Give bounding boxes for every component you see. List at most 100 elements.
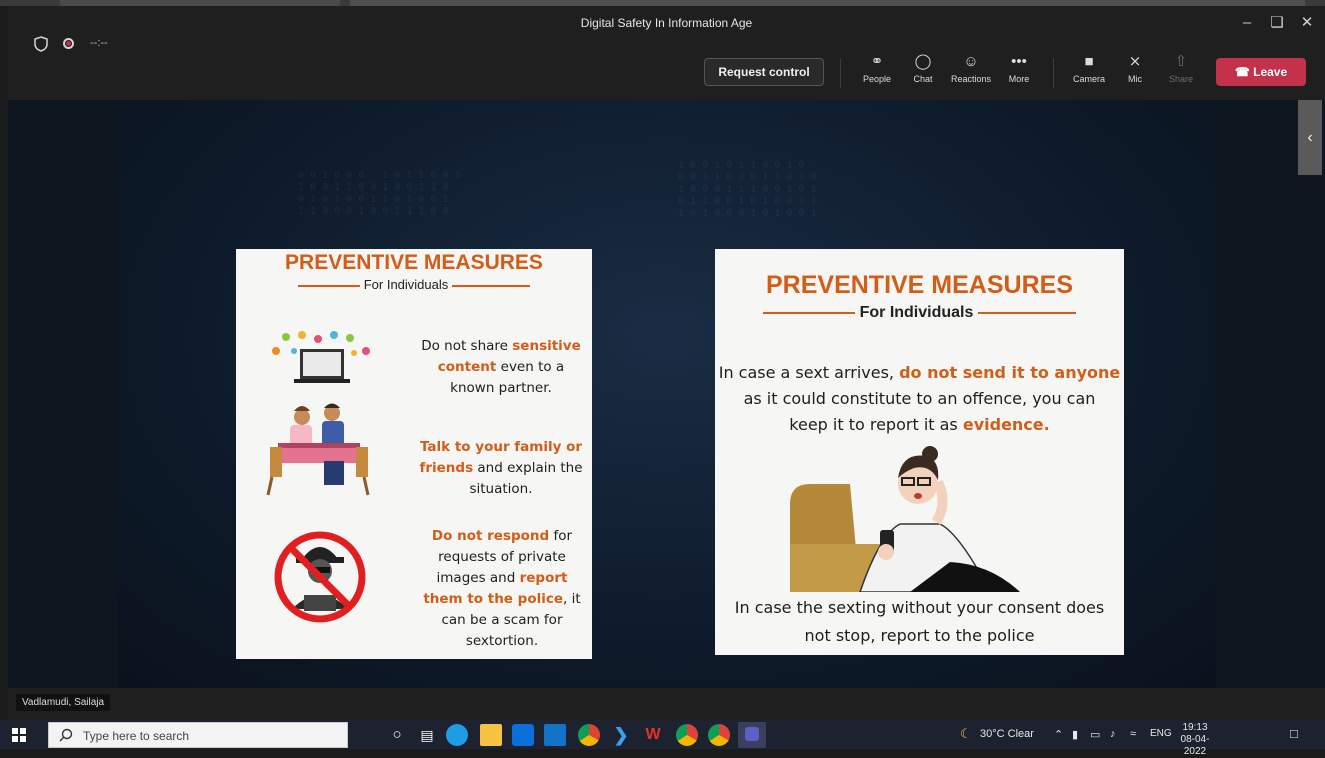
share-button[interactable]: ⇧ Share: [1158, 52, 1204, 92]
clock-time: 19:13: [1182, 722, 1208, 733]
request-control-button[interactable]: Request control: [704, 58, 824, 86]
volume-icon[interactable]: ♪: [1110, 728, 1116, 740]
file-explorer-icon[interactable]: [480, 724, 502, 746]
slide-right-line-2: as it could constitute to an offence, yo…: [743, 389, 1096, 408]
vscode-icon[interactable]: ❯: [610, 724, 632, 746]
slide-left-subtitle-text: For Individuals: [363, 277, 449, 292]
chat-label: Chat: [913, 74, 933, 84]
more-label: More: [1008, 74, 1030, 84]
slide-right-line-1: In case a sext arrives, do not send it t…: [715, 360, 1124, 386]
camera-label: Camera: [1072, 74, 1105, 84]
teams-meeting-window: Digital Safety In Information Age – ❏ ✕ …: [8, 6, 1325, 720]
slide-right-line-3: keep it to report it as evidence.: [715, 412, 1124, 438]
share-icon: ⇧: [1174, 53, 1188, 70]
slide-right-subtitle: For Individuals: [715, 304, 1124, 322]
laptop-social-icon: [272, 331, 370, 383]
slide-right: PREVENTIVE MEASURES For Individuals In c…: [715, 249, 1124, 655]
chrome-icon[interactable]: [578, 724, 600, 746]
task-view-icon[interactable]: ▤: [416, 724, 438, 746]
wps-office-icon[interactable]: W: [642, 724, 664, 746]
notifications-icon[interactable]: □: [1290, 726, 1298, 741]
family-table-icon: [266, 403, 370, 496]
share-label: Share: [1168, 74, 1194, 84]
window-title: Digital Safety In Information Age: [580, 16, 753, 30]
slide-right-line-5: not stop, report to the police: [804, 626, 1035, 645]
title-bar: Digital Safety In Information Age – ❏ ✕: [8, 6, 1325, 40]
more-icon: •••: [1011, 53, 1027, 70]
system-clock[interactable]: 19:13 08-04-2022: [1174, 722, 1216, 758]
cortana-icon[interactable]: ○: [386, 724, 408, 746]
taskbar-search-box[interactable]: Type here to search: [48, 722, 348, 748]
line-1-text: In case a sext arrives,: [718, 363, 900, 382]
mail-icon[interactable]: [544, 724, 566, 746]
meeting-toolbar: --:-- Request control ⚭ People ◯ Chat ☺ …: [8, 36, 1325, 100]
slide-left-item-1: Do not share sensitive content even to a…: [416, 336, 586, 399]
weather-text[interactable]: 30°C Clear: [980, 728, 1034, 740]
store-icon[interactable]: [512, 724, 534, 746]
search-icon: [59, 728, 73, 742]
subtitle-rule: [451, 284, 530, 287]
side-panel-toggle[interactable]: ‹: [1298, 100, 1322, 175]
subtitle-rule: [298, 284, 361, 287]
edge-browser-icon[interactable]: [446, 724, 468, 746]
slide-right-line-4: In case the sexting without your consent…: [734, 598, 1105, 617]
toolbar-divider: [1053, 58, 1054, 88]
reactions-label: Reactions: [950, 74, 992, 84]
wifi-icon[interactable]: ≈: [1130, 728, 1136, 740]
subtitle-rule: [763, 311, 856, 314]
toolbar-divider: [840, 58, 841, 88]
meeting-timer: --:--: [90, 37, 108, 49]
slide-left-item-3: Do not respond for requests of private i…: [416, 526, 588, 652]
chat-button[interactable]: ◯ Chat: [900, 52, 946, 92]
shield-icon[interactable]: [34, 36, 48, 52]
slide-right-title: PREVENTIVE MEASURES: [765, 271, 1073, 299]
line-3-text: keep it to report it as: [789, 415, 963, 434]
item-1-text: Do not share: [421, 338, 513, 354]
maximize-button[interactable]: ❏: [1263, 12, 1291, 34]
shared-screen-stage: 0 0 1 0 0 0 1 0 1 1 0 0 1 1 0 0 1 1 0 0 …: [8, 100, 1325, 688]
windows-start-icon[interactable]: [12, 728, 26, 742]
chrome-profile-2-icon[interactable]: [708, 724, 730, 746]
slide-left: PREVENTIVE MEASURES For Individuals Do n…: [236, 249, 592, 659]
line-1-highlight: do not send it to anyone: [899, 363, 1121, 382]
presenter-name-tag: Vadlamudi, Sailaja: [16, 694, 111, 711]
minimize-button[interactable]: –: [1233, 12, 1261, 34]
more-button[interactable]: ••• More: [996, 52, 1042, 92]
people-icon: ⚭: [870, 53, 884, 70]
show-hidden-icons-icon[interactable]: ⌃: [1054, 728, 1063, 741]
language-indicator[interactable]: ENG: [1150, 728, 1172, 739]
slide-left-item-2: Talk to your family or friends and expla…: [416, 437, 586, 500]
phone-hangup-icon: ☎: [1234, 65, 1250, 79]
reactions-icon: ☺: [963, 53, 979, 70]
subtitle-rule: [977, 311, 1076, 314]
line-3-highlight: evidence.: [962, 415, 1050, 434]
close-button[interactable]: ✕: [1293, 12, 1321, 34]
reactions-button[interactable]: ☺ Reactions: [946, 52, 996, 92]
microphone-tray-icon[interactable]: ▮: [1072, 728, 1078, 741]
weather-icon[interactable]: ☾: [960, 726, 972, 742]
clock-date: 08-04-2022: [1180, 734, 1210, 757]
slide-left-subtitle: For Individuals: [236, 277, 592, 292]
slide-left-title: PREVENTIVE MEASURES: [285, 251, 543, 274]
item-2-text: and explain the situation.: [469, 460, 583, 497]
mic-button[interactable]: ⨯ Mic: [1112, 52, 1158, 92]
camera-icon: ■: [1084, 53, 1094, 70]
binary-pattern: 1 0 0 1 0 1 1 0 0 1 0 0 0 1 1 0 0 0 1 1 …: [678, 160, 817, 219]
mic-label: Mic: [1128, 74, 1142, 84]
chrome-profile-icon[interactable]: [676, 724, 698, 746]
leave-label: Leave: [1253, 65, 1288, 79]
windows-taskbar: Type here to search ○ ▤ ❯ W ☾ 30°C Clear…: [0, 720, 1325, 757]
item-3-highlight: Do not respond: [431, 528, 550, 544]
battery-icon[interactable]: ▭: [1090, 728, 1100, 741]
people-button[interactable]: ⚭ People: [854, 52, 900, 92]
search-placeholder: Type here to search: [83, 729, 190, 743]
slide-right-subtitle-text: For Individuals: [859, 304, 974, 321]
chat-icon: ◯: [914, 53, 932, 70]
mic-muted-icon: ⨯: [1128, 53, 1142, 70]
leave-button[interactable]: ☎ Leave: [1216, 58, 1306, 86]
people-label: People: [862, 74, 892, 84]
binary-pattern: 0 0 1 0 0 0 1 0 1 1 0 0 1 1 0 0 1 1 0 0 …: [298, 170, 461, 217]
woman-phone-illustration: [790, 446, 1020, 592]
camera-button[interactable]: ■ Camera: [1066, 52, 1112, 92]
teams-icon[interactable]: [738, 722, 766, 748]
